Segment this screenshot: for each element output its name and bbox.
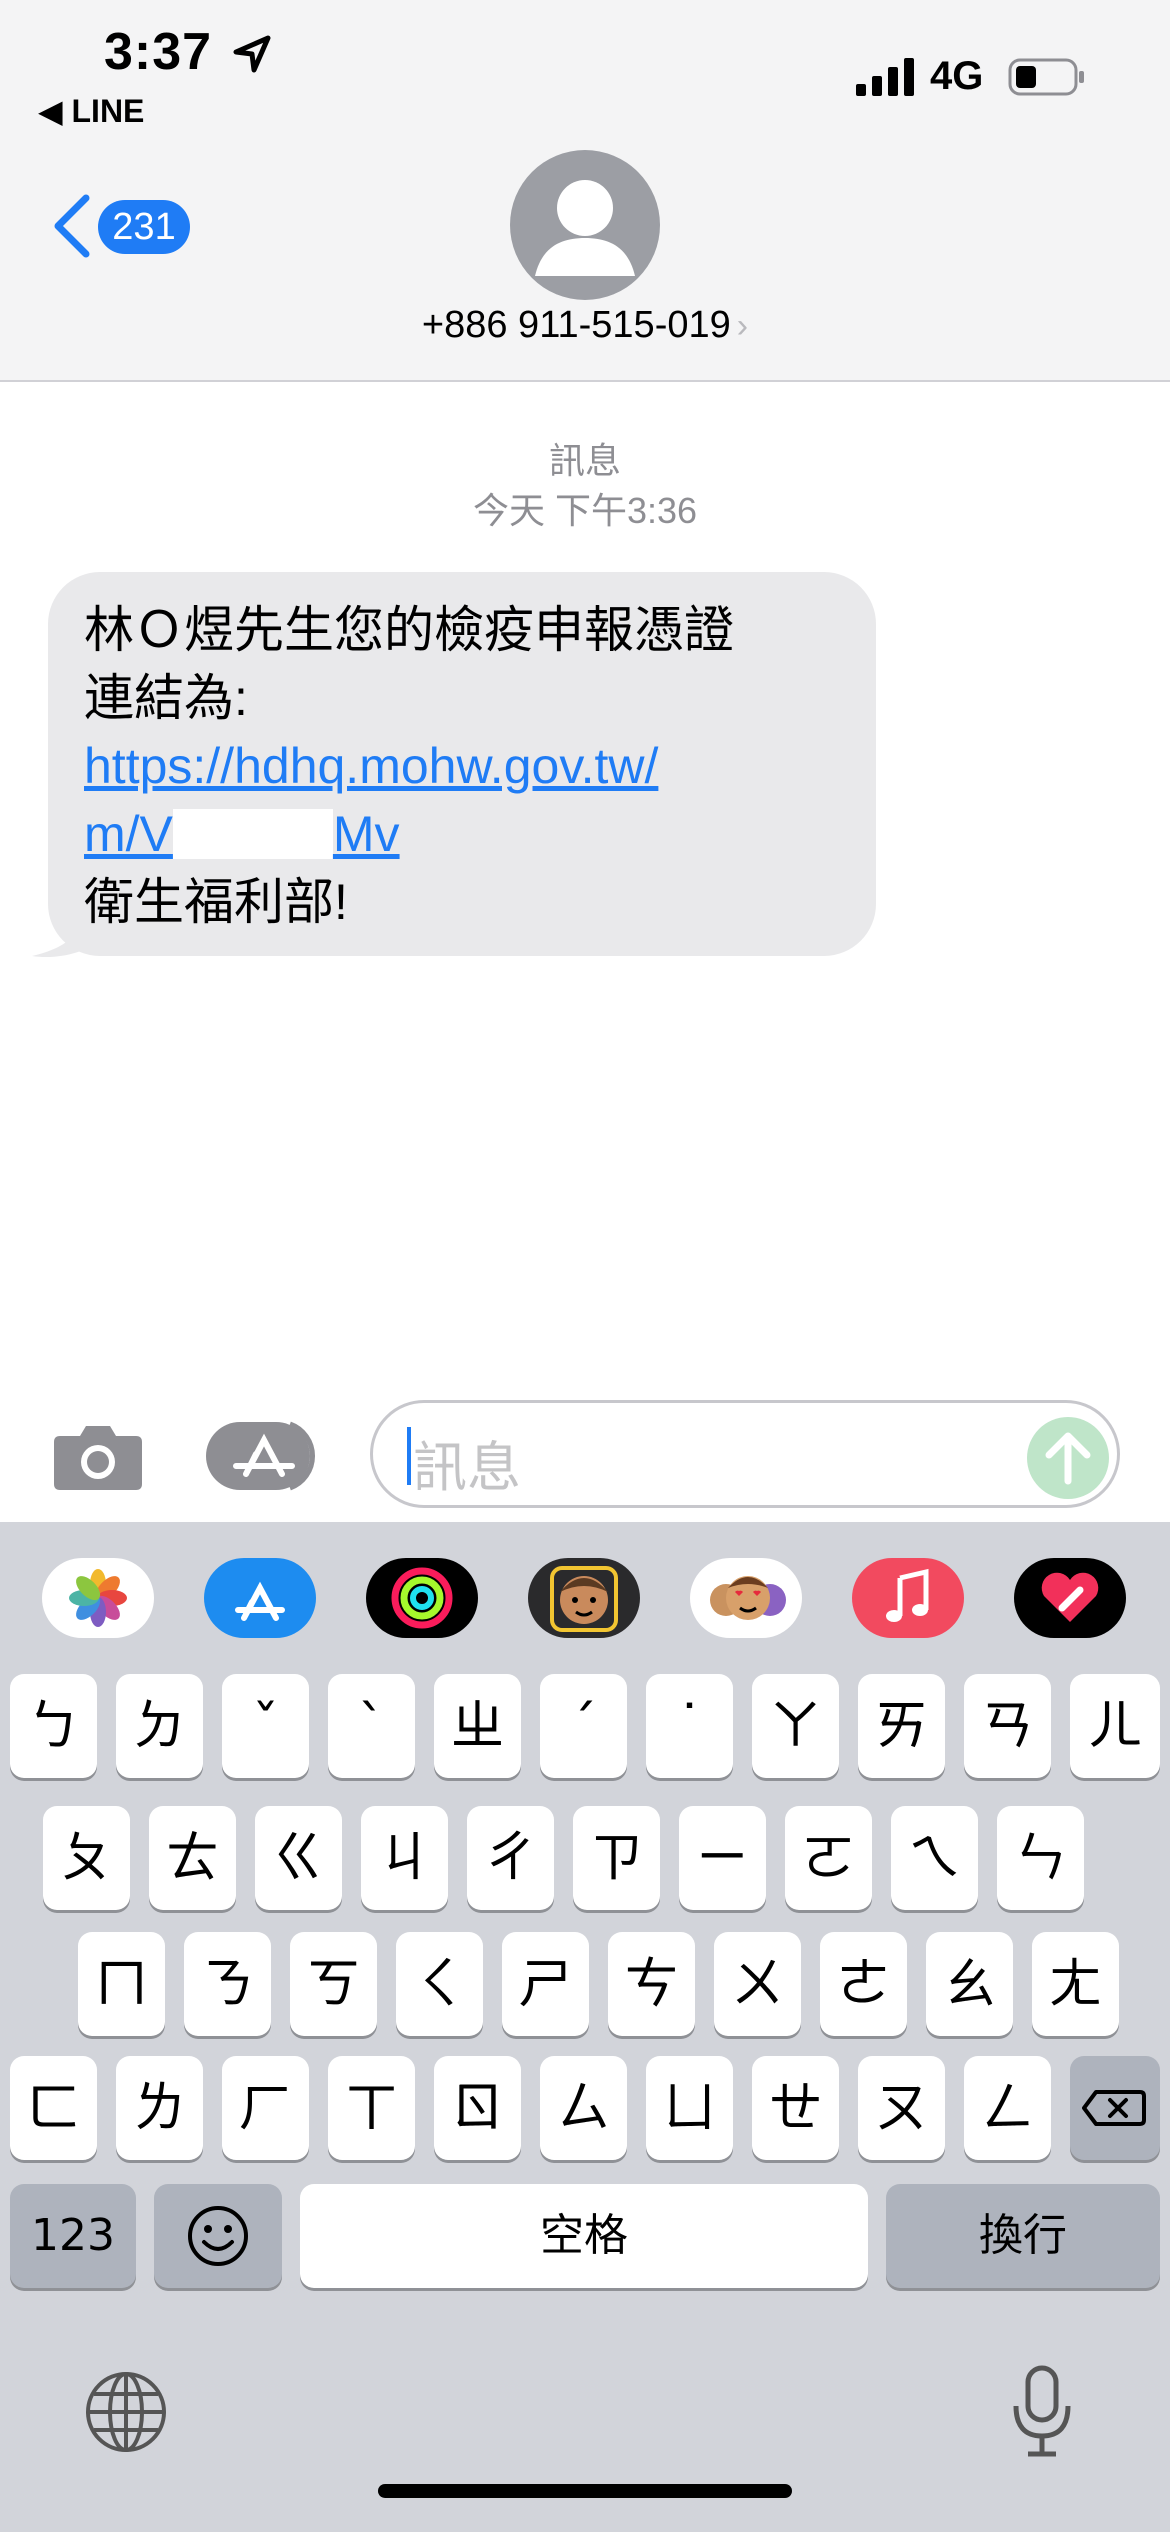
back-to-app-link[interactable]: ◀ LINE bbox=[38, 92, 144, 130]
key-zh[interactable]: ㄓ bbox=[434, 1674, 521, 1778]
unread-count-badge: 231 bbox=[98, 200, 190, 254]
redaction-block bbox=[172, 809, 333, 859]
microphone-icon[interactable] bbox=[1002, 2360, 1082, 2460]
key-m[interactable]: ㄇ bbox=[78, 1932, 165, 2036]
message-input-placeholder: 訊息 bbox=[413, 1438, 521, 1498]
key-o[interactable]: ㄛ bbox=[785, 1806, 872, 1910]
service-label: 訊息 bbox=[548, 440, 621, 481]
key-t[interactable]: ㄊ bbox=[149, 1806, 236, 1910]
location-arrow-icon bbox=[233, 35, 271, 73]
activity-icon[interactable] bbox=[366, 1558, 478, 1638]
key-row-2: ㄆ ㄊ ㄍ ㄐ ㄔ ㄗ ㄧ ㄛ ㄟ ㄣ bbox=[0, 1806, 1170, 1916]
key-h[interactable]: ㄏ bbox=[222, 2056, 309, 2160]
space-key[interactable]: 空格 bbox=[300, 2184, 868, 2288]
key-yu[interactable]: ㄩ bbox=[646, 2056, 733, 2160]
imessage-app-strip bbox=[0, 1522, 1170, 1674]
key-a[interactable]: ㄚ bbox=[752, 1674, 839, 1778]
text-cursor bbox=[407, 1427, 411, 1485]
key-f[interactable]: ㄈ bbox=[10, 2056, 97, 2160]
numbers-key[interactable]: 123 bbox=[10, 2184, 136, 2288]
key-en[interactable]: ㄣ bbox=[997, 1806, 1084, 1910]
emoji-icon bbox=[188, 2206, 248, 2266]
memoji-icon[interactable] bbox=[528, 1558, 640, 1638]
delete-icon bbox=[1082, 2090, 1146, 2126]
camera-icon[interactable] bbox=[52, 1420, 144, 1492]
emoji-key[interactable] bbox=[154, 2184, 282, 2288]
network-type: 4G bbox=[930, 54, 984, 98]
send-button[interactable] bbox=[1027, 1417, 1109, 1499]
key-row-3: ㄇ ㄋ ㄎ ㄑ ㄕ ㄘ ㄨ ㄜ ㄠ ㄤ bbox=[0, 1932, 1170, 2042]
key-n[interactable]: ㄋ bbox=[184, 1932, 271, 2036]
key-d[interactable]: ㄉ bbox=[116, 1674, 203, 1778]
message-text: 林Ｏ煜先生您的檢疫申報憑證 連結為: https://hdhq.mohw.gov… bbox=[84, 596, 864, 936]
back-button[interactable]: 231 bbox=[50, 190, 200, 262]
key-row-4: ㄈ ㄌ ㄏ ㄒ ㄖ ㄙ ㄩ ㄝ ㄡ ㄥ bbox=[0, 2056, 1170, 2166]
key-q[interactable]: ㄑ bbox=[396, 1932, 483, 2036]
key-ang[interactable]: ㄤ bbox=[1032, 1932, 1119, 2036]
key-an[interactable]: ㄢ bbox=[964, 1674, 1051, 1778]
key-row-1: ㄅ ㄉ ˇ ˋ ㄓ ˊ ˙ ㄚ ㄞ ㄢ ㄦ bbox=[0, 1674, 1170, 1784]
key-tone-3[interactable]: ˇ bbox=[222, 1674, 309, 1778]
battery-icon bbox=[1008, 58, 1084, 96]
message-input[interactable]: 訊息 bbox=[370, 1400, 1120, 1508]
chevron-right-icon: › bbox=[736, 307, 749, 345]
status-time: 3:37 bbox=[104, 23, 213, 81]
key-ei[interactable]: ㄟ bbox=[891, 1806, 978, 1910]
key-ao[interactable]: ㄠ bbox=[926, 1932, 1013, 2036]
key-l[interactable]: ㄌ bbox=[116, 2056, 203, 2160]
key-sh[interactable]: ㄕ bbox=[502, 1932, 589, 2036]
key-row-bottom: 123 空格 換行 bbox=[0, 2184, 1170, 2294]
keyboard: ㄅ ㄉ ˇ ˋ ㄓ ˊ ˙ ㄚ ㄞ ㄢ ㄦ ㄆ ㄊ ㄍ ㄐ ㄔ ㄗ ㄧ ㄛ ㄟ … bbox=[0, 1522, 1170, 2532]
key-e[interactable]: ㄜ bbox=[820, 1932, 907, 2036]
key-ou[interactable]: ㄡ bbox=[858, 2056, 945, 2160]
animoji-stickers-icon[interactable] bbox=[690, 1558, 802, 1638]
message-timestamp: 今天 下午3:36 bbox=[472, 490, 698, 531]
app-store-icon[interactable] bbox=[204, 1558, 316, 1638]
signal-icon bbox=[856, 58, 914, 96]
link-line-start: m/V bbox=[84, 806, 173, 862]
message-link[interactable]: https://hdhq.mohw.gov.tw/ m/V Mv bbox=[84, 732, 864, 868]
key-r[interactable]: ㄖ bbox=[434, 2056, 521, 2160]
link-line: https://hdhq.mohw.gov.tw/ bbox=[84, 738, 659, 794]
key-b[interactable]: ㄅ bbox=[10, 1674, 97, 1778]
globe-icon[interactable] bbox=[82, 2368, 170, 2456]
message-line: 衛生福利部! bbox=[84, 874, 348, 930]
key-g[interactable]: ㄍ bbox=[255, 1806, 342, 1910]
music-icon[interactable] bbox=[852, 1558, 964, 1638]
message-line: 連結為: bbox=[84, 670, 248, 726]
return-key[interactable]: 換行 bbox=[886, 2184, 1160, 2288]
home-indicator[interactable] bbox=[378, 2484, 792, 2498]
key-eh[interactable]: ㄝ bbox=[752, 2056, 839, 2160]
key-x[interactable]: ㄒ bbox=[328, 2056, 415, 2160]
key-z[interactable]: ㄗ bbox=[573, 1806, 660, 1910]
delete-key[interactable] bbox=[1070, 2056, 1160, 2160]
key-tone-4[interactable]: ˋ bbox=[328, 1674, 415, 1778]
key-p[interactable]: ㄆ bbox=[43, 1806, 130, 1910]
key-s[interactable]: ㄙ bbox=[540, 2056, 627, 2160]
digital-touch-icon[interactable] bbox=[1014, 1558, 1126, 1638]
app-store-apps-icon[interactable] bbox=[206, 1418, 322, 1494]
key-k[interactable]: ㄎ bbox=[290, 1932, 377, 2036]
key-tone-2[interactable]: ˊ bbox=[540, 1674, 627, 1778]
key-i[interactable]: ㄧ bbox=[679, 1806, 766, 1910]
key-u[interactable]: ㄨ bbox=[714, 1932, 801, 2036]
key-j[interactable]: ㄐ bbox=[361, 1806, 448, 1910]
contact-avatar[interactable] bbox=[510, 150, 660, 300]
contact-phone-number: +886 911-515-019 bbox=[421, 304, 731, 346]
photos-icon[interactable] bbox=[42, 1558, 154, 1638]
message-line: 林Ｏ煜先生您的檢疫申報憑證 bbox=[84, 602, 734, 658]
key-tone-neutral[interactable]: ˙ bbox=[646, 1674, 733, 1778]
arrow-up-icon bbox=[1045, 1432, 1091, 1485]
key-eng[interactable]: ㄥ bbox=[964, 2056, 1051, 2160]
key-ai[interactable]: ㄞ bbox=[858, 1674, 945, 1778]
navigation-header: 3:37 ◀ LINE 4G 231 +886 911-515-019 › bbox=[0, 0, 1170, 382]
key-c[interactable]: ㄘ bbox=[608, 1932, 695, 2036]
key-ch[interactable]: ㄔ bbox=[467, 1806, 554, 1910]
link-line-end: Mv bbox=[332, 806, 400, 862]
key-er[interactable]: ㄦ bbox=[1070, 1674, 1160, 1778]
contact-name-button[interactable]: +886 911-515-019 › bbox=[0, 304, 1170, 347]
chevron-left-icon bbox=[54, 194, 90, 258]
person-icon bbox=[535, 180, 635, 276]
